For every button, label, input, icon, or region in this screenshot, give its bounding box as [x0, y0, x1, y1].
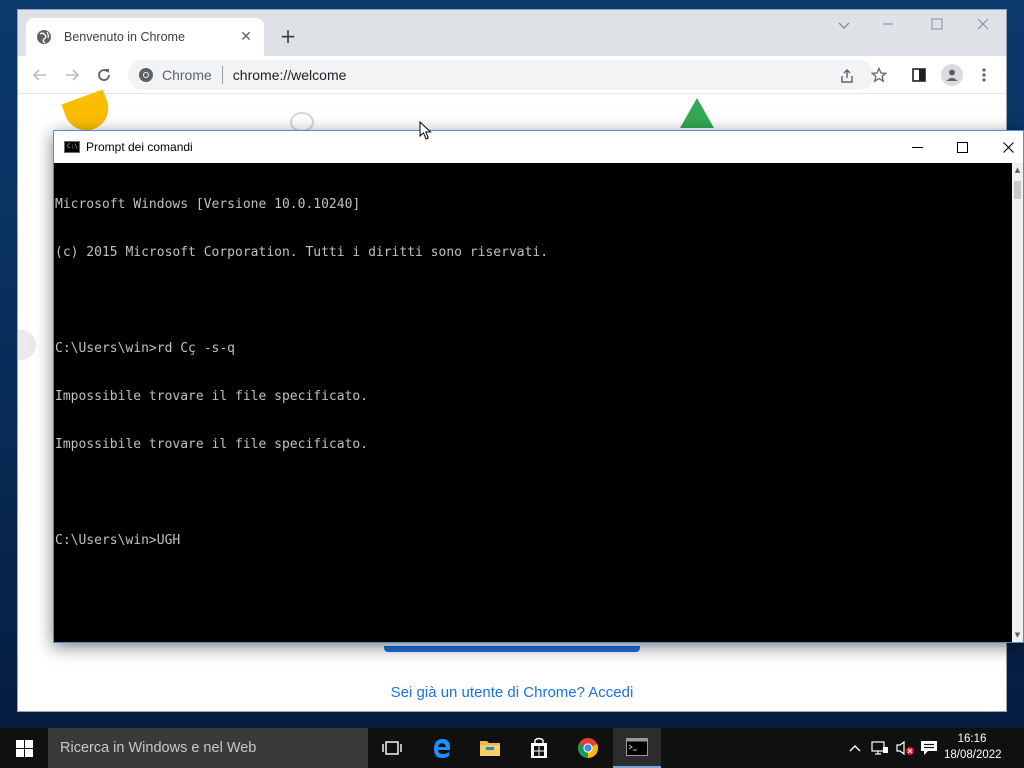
- gray-circle-decoration: [18, 330, 36, 360]
- omnibox-url[interactable]: chrome://welcome: [233, 67, 347, 83]
- chrome-tab-strip: Benvenuto in Chrome ✕ +: [18, 10, 1006, 56]
- cmd-line: [55, 293, 1012, 309]
- notifications-icon[interactable]: [918, 728, 940, 768]
- share-icon[interactable]: [836, 65, 858, 87]
- cmd-scrollbar[interactable]: ▲ ▼: [1012, 163, 1023, 642]
- green-triangle-decoration: [680, 98, 714, 128]
- forward-arrow-icon[interactable]: [61, 64, 83, 86]
- scroll-down-icon[interactable]: ▼: [1012, 628, 1023, 642]
- omnibox-separator: [221, 66, 223, 84]
- store-icon[interactable]: [515, 728, 563, 768]
- chrome-close-icon[interactable]: [971, 18, 995, 34]
- menu-kebab-icon[interactable]: [973, 64, 995, 86]
- back-arrow-icon[interactable]: [29, 64, 51, 86]
- cmd-line: [55, 485, 1012, 501]
- address-bar[interactable]: Chrome chrome://welcome: [128, 60, 874, 90]
- cmd-line: Impossibile trovare il file specificato.: [55, 389, 369, 404]
- side-panel-icon[interactable]: [908, 64, 930, 86]
- file-explorer-icon[interactable]: [466, 728, 514, 768]
- tab-title: Benvenuto in Chrome: [64, 30, 185, 44]
- profile-avatar[interactable]: [941, 64, 963, 86]
- cmd-prompt-line: C:\Users\win>UGH: [55, 533, 181, 548]
- tray-chevron-icon[interactable]: [846, 728, 864, 768]
- volume-muted-icon[interactable]: [894, 728, 916, 768]
- person-decoration-icon: [290, 112, 314, 132]
- cmd-line: Impossibile trovare il file specificato.: [55, 437, 369, 452]
- reload-icon[interactable]: [93, 64, 115, 86]
- cmd-close-icon[interactable]: [994, 135, 1022, 159]
- cmd-line: (c) 2015 Microsoft Corporation. Tutti i …: [55, 245, 549, 260]
- task-view-icon[interactable]: [368, 728, 416, 768]
- sign-in-link[interactable]: Sei già un utente di Chrome? Accedi: [18, 684, 1006, 701]
- cmd-title: Prompt dei comandi: [86, 140, 193, 154]
- chrome-maximize-icon[interactable]: [925, 18, 949, 34]
- taskbar-clock[interactable]: 16:16 18/08/2022: [944, 731, 1002, 763]
- taskbar-search-box[interactable]: Ricerca in Windows e nel Web: [48, 728, 368, 768]
- tab-search-chevron-icon[interactable]: [832, 18, 856, 34]
- search-placeholder: Ricerca in Windows e nel Web: [60, 740, 257, 756]
- cmd-line: C:\Users\win>rd Cç -s-q: [55, 341, 236, 356]
- scroll-up-icon[interactable]: ▲: [1012, 163, 1023, 177]
- cmd-output[interactable]: Microsoft Windows [Versione 10.0.10240] …: [54, 163, 1012, 642]
- chrome-toolbar: Chrome chrome://welcome: [18, 56, 1006, 94]
- taskbar: Ricerca in Windows e nel Web 16:16 18/08…: [0, 728, 1024, 768]
- network-icon[interactable]: [870, 728, 890, 768]
- edge-browser-icon[interactable]: [418, 728, 466, 768]
- cmd-line: Microsoft Windows [Versione 10.0.10240]: [55, 197, 361, 212]
- cmd-window: C:\ Prompt dei comandi Microsoft Windows…: [53, 130, 1024, 643]
- clock-time: 16:16: [957, 733, 987, 745]
- tab-close-icon[interactable]: ✕: [238, 29, 254, 45]
- start-button[interactable]: [0, 728, 48, 768]
- omnibox-site-label: Chrome: [162, 67, 212, 83]
- get-started-button[interactable]: [384, 646, 640, 652]
- new-tab-button[interactable]: +: [276, 24, 300, 48]
- clock-date: 18/08/2022: [944, 749, 1002, 761]
- cmd-maximize-icon[interactable]: [948, 135, 976, 159]
- chrome-logo-icon: [139, 68, 153, 82]
- scroll-thumb[interactable]: [1014, 181, 1021, 199]
- mouse-cursor-icon: [419, 121, 432, 140]
- bookmark-star-icon[interactable]: [868, 64, 890, 86]
- tab-welcome[interactable]: Benvenuto in Chrome ✕: [26, 18, 264, 56]
- cmd-taskbar-icon[interactable]: [613, 728, 661, 768]
- chrome-minimize-icon[interactable]: [876, 18, 900, 34]
- windows-logo-icon: [15, 739, 33, 757]
- cmd-titlebar[interactable]: C:\ Prompt dei comandi: [54, 131, 1023, 163]
- cmd-icon: C:\: [64, 141, 80, 153]
- chrome-taskbar-icon[interactable]: [564, 728, 612, 768]
- cmd-minimize-icon[interactable]: [903, 135, 931, 159]
- globe-icon: [37, 30, 51, 44]
